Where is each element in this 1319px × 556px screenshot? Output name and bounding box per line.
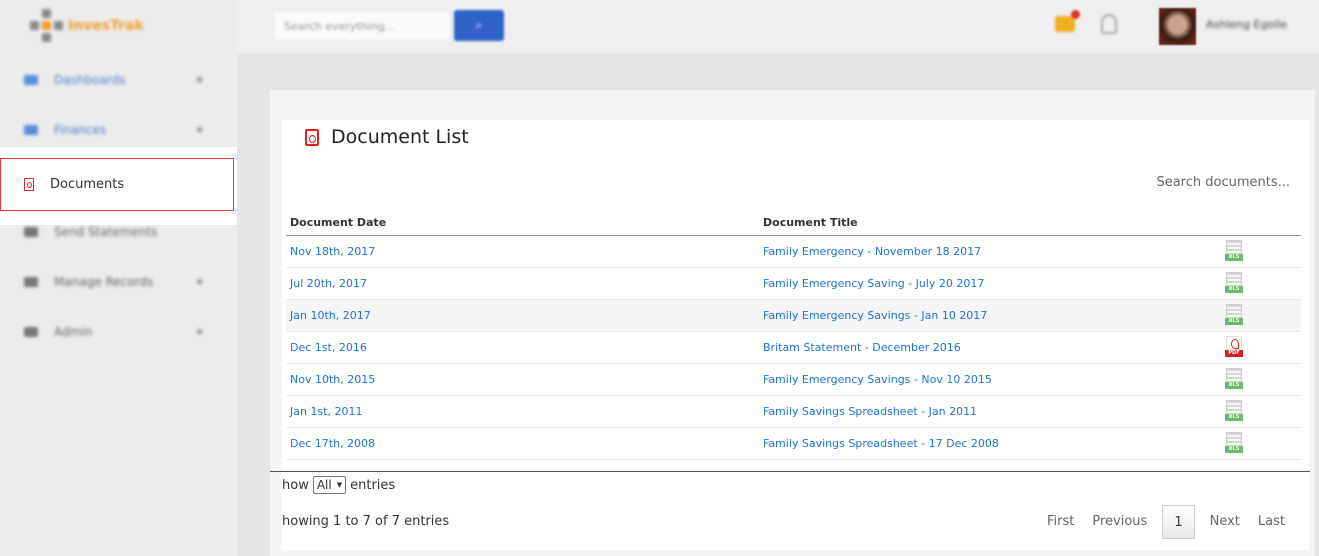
document-date-link[interactable]: Dec 1st, 2016 — [286, 331, 759, 364]
page-title: Document List — [331, 126, 469, 148]
document-date-link[interactable]: Jan 1st, 2011 — [286, 395, 759, 428]
pager-previous-button[interactable]: Previous — [1083, 505, 1156, 539]
chevron-down-icon: ▼ — [336, 481, 343, 489]
pager-first-button[interactable]: First — [1038, 505, 1083, 539]
user-name[interactable]: Ashleng Egolle — [1206, 18, 1287, 31]
document-table: Document Date Document Title Nov 18th, 2… — [286, 211, 1301, 460]
pdf-icon — [305, 128, 319, 146]
pager-page-button[interactable]: 1 — [1162, 505, 1195, 539]
top-bar: Search everything... ⌕ Ashleng Egolle — [237, 0, 1319, 53]
printer-icon — [24, 277, 38, 287]
xls-file-icon[interactable]: XLS — [1225, 272, 1243, 294]
document-date-link[interactable]: Nov 10th, 2015 — [286, 363, 759, 396]
table-info: howing 1 to 7 of 7 entries — [282, 514, 450, 529]
sidebar-item-label: Dashboards — [54, 73, 126, 87]
list-icon — [24, 227, 38, 237]
sidebar-item-admin[interactable]: Admin ◆ — [0, 307, 237, 357]
document-date-link[interactable]: Nov 18th, 2017 — [286, 235, 759, 268]
table-row: Nov 10th, 2015 Family Emergency Savings … — [286, 363, 1301, 396]
table-row: Dec 17th, 2008 Family Savings Spreadshee… — [286, 427, 1301, 460]
table-row: Jul 20th, 2017 Family Emergency Saving -… — [286, 267, 1301, 300]
sidebar-item-manage-records[interactable]: Manage Records ◆ — [0, 257, 237, 307]
sidebar-item-documents-highlight[interactable]: Documents — [0, 158, 234, 211]
document-date-link[interactable]: Jan 10th, 2017 — [286, 299, 759, 332]
notification-badge — [1071, 10, 1080, 19]
chevron-right-icon: ◆ — [196, 327, 203, 337]
chevron-right-icon: ◆ — [196, 75, 203, 85]
entries-length-control: how All ▼ entries — [282, 476, 395, 494]
table-row: Dec 1st, 2016 Britam Statement - Decembe… — [286, 331, 1301, 364]
sidebar-item-dashboards[interactable]: Dashboards ◆ — [0, 55, 237, 105]
length-prefix: how — [282, 477, 309, 493]
table-header-row: Document Date Document Title — [286, 211, 1301, 236]
entries-length-value: All — [316, 478, 332, 492]
document-title-link[interactable]: Family Emergency Savings - Jan 10 2017 — [759, 299, 1225, 332]
document-date-link[interactable]: Dec 17th, 2008 — [286, 427, 759, 460]
notifications-icon[interactable] — [1055, 16, 1075, 32]
search-icon: ⌕ — [475, 18, 483, 32]
xls-file-icon[interactable]: XLS — [1225, 240, 1243, 262]
document-title-link[interactable]: Family Emergency Savings - Nov 10 2015 — [759, 363, 1225, 396]
pdf-icon — [24, 178, 34, 191]
card-icon — [24, 327, 38, 337]
cloud-icon — [24, 75, 38, 85]
chevron-right-icon: ◆ — [196, 125, 203, 135]
sidebar-item-label: Documents — [50, 177, 125, 192]
table-row: Nov 18th, 2017 Family Emergency - Novemb… — [286, 235, 1301, 268]
bell-icon[interactable] — [1101, 14, 1117, 34]
table-row: Jan 10th, 2017 Family Emergency Savings … — [286, 299, 1301, 332]
table-footer-divider — [270, 471, 1310, 472]
sidebar: InvesTrak Dashboards ◆ Finances ◆ Docume… — [0, 0, 237, 556]
document-title-link[interactable]: Family Savings Spreadsheet - Jan 2011 — [759, 395, 1225, 428]
pager-last-button[interactable]: Last — [1249, 505, 1294, 539]
length-suffix: entries — [350, 477, 396, 493]
xls-file-icon[interactable]: XLS — [1225, 400, 1243, 422]
document-date-link[interactable]: Jul 20th, 2017 — [286, 267, 759, 300]
sidebar-item-label: Send Statements — [54, 225, 158, 239]
grid-icon — [24, 125, 38, 135]
sidebar-item-label: Admin — [54, 325, 93, 339]
sidebar-item-send-statements[interactable]: Send Statements — [0, 207, 237, 257]
chevron-right-icon: ◆ — [196, 277, 203, 287]
column-header-title[interactable]: Document Title — [759, 211, 1225, 236]
sidebar-item-label: Manage Records — [54, 275, 154, 289]
avatar[interactable] — [1159, 8, 1196, 45]
search-button[interactable]: ⌕ — [454, 10, 504, 41]
page-title-row: Document List — [305, 124, 469, 150]
document-title-link[interactable]: Family Savings Spreadsheet - 17 Dec 2008 — [759, 427, 1225, 460]
column-header-date[interactable]: Document Date — [286, 211, 759, 236]
xls-file-icon[interactable]: XLS — [1225, 432, 1243, 454]
logo-icon — [30, 9, 64, 43]
logo-text: InvesTrak — [68, 18, 144, 34]
global-search-input[interactable]: Search everything... — [273, 11, 451, 41]
xls-file-icon[interactable]: XLS — [1225, 304, 1243, 326]
pagination: First Previous 1 Next Last — [1038, 505, 1294, 539]
app-logo[interactable]: InvesTrak — [30, 6, 144, 46]
pdf-file-icon[interactable]: PDF — [1225, 336, 1243, 358]
document-title-link[interactable]: Family Emergency - November 18 2017 — [759, 235, 1225, 268]
entries-length-select[interactable]: All ▼ — [312, 476, 347, 494]
sidebar-item-label: Finances — [54, 123, 107, 137]
document-title-link[interactable]: Family Emergency Saving - July 20 2017 — [759, 267, 1225, 300]
xls-file-icon[interactable]: XLS — [1225, 368, 1243, 390]
column-header-type — [1225, 211, 1301, 236]
document-search-input[interactable] — [1100, 170, 1290, 194]
table-row: Jan 1st, 2011 Family Savings Spreadsheet… — [286, 395, 1301, 428]
document-title-link[interactable]: Britam Statement - December 2016 — [759, 331, 1225, 364]
pager-next-button[interactable]: Next — [1201, 505, 1249, 539]
